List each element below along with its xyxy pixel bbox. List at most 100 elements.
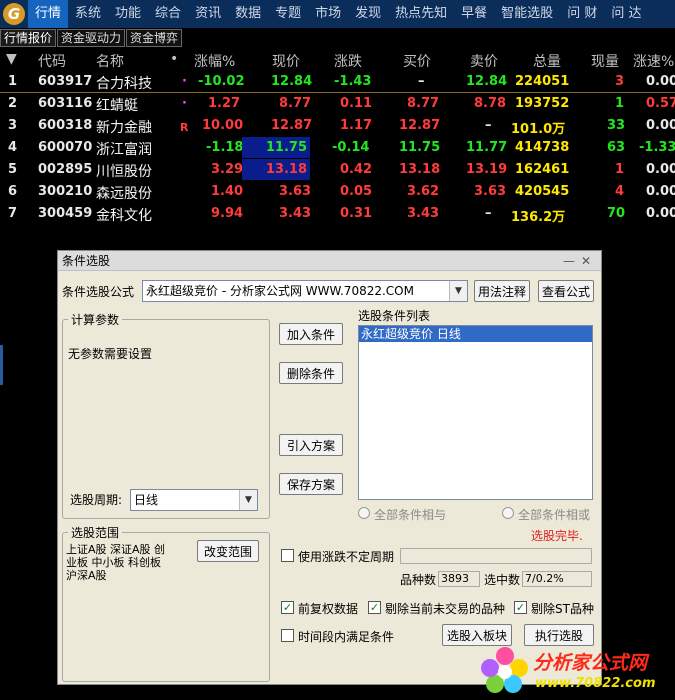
watermark: 分析家公式网 www.70822.com <box>475 640 675 700</box>
selected-value: 7/0.2% <box>522 571 592 587</box>
row-index: 2 <box>8 96 18 111</box>
stock-flag: · <box>182 74 187 89</box>
col-header-price[interactable]: 现价 <box>272 51 300 71</box>
col-header-current[interactable]: 现量 <box>591 51 619 71</box>
flower-logo-icon <box>481 647 528 693</box>
stock-name: 森远股份 <box>96 186 152 202</box>
stock-ask: – <box>485 206 492 221</box>
menu-item-data[interactable]: 数据 <box>228 0 268 28</box>
col-header-bid[interactable]: 买价 <box>403 51 431 71</box>
menu-item-breakfast[interactable]: 早餐 <box>454 0 494 28</box>
stock-bid: 3.62 <box>407 184 440 199</box>
stock-change: -1.43 <box>334 74 372 89</box>
stock-ask: 8.78 <box>474 96 507 111</box>
table-row[interactable]: 3 600318 新力金融 R 10.00 12.87 1.17 12.87 –… <box>0 115 675 137</box>
count-value: 3893 <box>438 571 480 587</box>
tab-capital-game[interactable]: 资金博弈 <box>126 29 183 47</box>
stock-price: 8.77 <box>279 96 312 111</box>
col-header-name[interactable]: 名称 <box>96 51 124 71</box>
table-row[interactable]: 4 600070 浙江富润 -1.18 11.75 -0.14 11.75 11… <box>0 137 675 159</box>
col-header-flag[interactable]: • <box>170 51 178 67</box>
view-formula-button[interactable]: 查看公式 <box>538 280 594 302</box>
stock-change: 0.42 <box>340 162 373 177</box>
stock-pct: 9.94 <box>211 206 244 221</box>
stock-speed: 0.00 <box>646 206 675 221</box>
col-header-pct[interactable]: 涨幅% <box>194 51 235 71</box>
radio-and[interactable] <box>358 507 370 519</box>
col-header-code[interactable]: 代码 <box>38 51 66 71</box>
stock-speed: -1.33 <box>639 140 675 155</box>
table-row[interactable]: 7 300459 金科文化 9.94 3.43 0.31 3.43 – 136.… <box>0 203 675 225</box>
stock-pct: -1.18 <box>206 140 244 155</box>
menu-item-function[interactable]: 功能 <box>108 0 148 28</box>
stock-code: 002895 <box>38 162 93 177</box>
stock-name: 新力金融 <box>96 120 152 136</box>
menu-item-composite[interactable]: 综合 <box>148 0 188 28</box>
stock-change: 0.31 <box>340 206 373 221</box>
stock-speed: 0.00 <box>646 184 675 199</box>
save-plan-button[interactable]: 保存方案 <box>279 473 343 495</box>
stock-current: 63 <box>607 140 626 155</box>
import-plan-button[interactable]: 引入方案 <box>279 434 343 456</box>
chevron-down-icon[interactable]: ▼ <box>449 281 467 301</box>
stock-name: 浙江富润 <box>96 142 152 158</box>
usage-notes-button[interactable]: 用法注释 <box>474 280 530 302</box>
stock-bid: 13.18 <box>399 162 441 177</box>
stock-volume: 420545 <box>515 184 570 199</box>
dialog-titlebar[interactable]: 条件选股 —✕ <box>58 251 601 271</box>
table-row[interactable]: 1 603917 合力科技 · -10.02 12.84 -1.43 – 12.… <box>0 71 675 93</box>
dialog-title: 条件选股 <box>62 254 111 268</box>
stock-ask: 3.63 <box>474 184 507 199</box>
table-row[interactable]: 6 300210 森远股份 1.40 3.63 0.05 3.62 3.63 4… <box>0 181 675 203</box>
exclude-untraded-checkbox[interactable]: ✓ <box>368 601 381 614</box>
col-header-ask[interactable]: 卖价 <box>470 51 498 71</box>
menu-item-wencai[interactable]: 问 财 <box>560 0 604 28</box>
stock-price: 11.75 <box>242 137 310 158</box>
status-text: 选股完毕. <box>531 529 583 543</box>
time-range-checkbox[interactable] <box>281 629 294 642</box>
stock-name: 红蜻蜓 <box>96 98 138 114</box>
row-index: 5 <box>8 162 18 177</box>
period-select[interactable]: 日线 ▼ <box>130 489 258 511</box>
delete-condition-button[interactable]: 删除条件 <box>279 362 343 384</box>
radio-or-label: 全部条件相或 <box>518 508 591 522</box>
col-header-change[interactable]: 涨跌 <box>334 51 362 71</box>
stock-change: 0.05 <box>340 184 373 199</box>
tab-capital-drive[interactable]: 资金驱动力 <box>57 29 126 47</box>
radio-or[interactable] <box>502 507 514 519</box>
menu-item-system[interactable]: 系统 <box>68 0 108 28</box>
selected-label: 选中数 <box>484 573 521 587</box>
col-header-speed[interactable]: 涨速% <box>633 51 674 71</box>
condition-listbox[interactable]: 永红超级竞价 日线 <box>358 325 593 500</box>
use-period-checkbox[interactable] <box>281 549 294 562</box>
col-header-volume[interactable]: 总量 <box>533 51 561 71</box>
adjust-checkbox[interactable]: ✓ <box>281 601 294 614</box>
add-condition-button[interactable]: 加入条件 <box>279 323 343 345</box>
table-header: ▼ 代码 名称 • 涨幅% 现价 涨跌 买价 卖价 总量 现量 涨速% <box>0 49 675 71</box>
chevron-down-icon[interactable]: ▼ <box>239 490 257 510</box>
condition-list-item[interactable]: 永红超级竞价 日线 <box>359 326 592 342</box>
menu-item-hangqing[interactable]: 行情 <box>28 0 69 28</box>
stock-bid: 3.43 <box>407 206 440 221</box>
stock-price: 13.18 <box>242 159 310 180</box>
range-title: 选股范围 <box>68 524 123 541</box>
menu-item-news[interactable]: 资讯 <box>188 0 228 28</box>
app-logo[interactable]: G <box>0 0 28 28</box>
stock-speed: 0.00 <box>646 74 675 89</box>
menu-item-wenda[interactable]: 问 达 <box>604 0 648 28</box>
stock-volume: 224051 <box>515 74 570 89</box>
table-row[interactable]: 5 002895 川恒股份 3.29 13.18 0.42 13.18 13.1… <box>0 159 675 181</box>
menu-item-discover[interactable]: 发现 <box>348 0 388 28</box>
change-range-button[interactable]: 改变范围 <box>197 540 259 562</box>
menu-item-smart-pick[interactable]: 智能选股 <box>494 0 560 28</box>
menu-item-market[interactable]: 市场 <box>308 0 348 28</box>
window-controls[interactable]: —✕ <box>563 251 597 271</box>
table-row[interactable]: 2 603116 红蜻蜓 · 1.27 8.77 0.11 8.77 8.78 … <box>0 93 675 115</box>
stock-pct: 10.00 <box>202 118 244 133</box>
menu-item-topic[interactable]: 专题 <box>268 0 308 28</box>
exclude-st-checkbox[interactable]: ✓ <box>514 601 527 614</box>
stock-speed: 0.57 <box>646 96 675 111</box>
formula-select[interactable]: 永红超级竞价 - 分析家公式网 WWW.70822.COM ▼ <box>142 280 468 302</box>
tab-quotes[interactable]: 行情报价 <box>0 29 57 47</box>
menu-item-hotspot[interactable]: 热点先知 <box>388 0 454 28</box>
